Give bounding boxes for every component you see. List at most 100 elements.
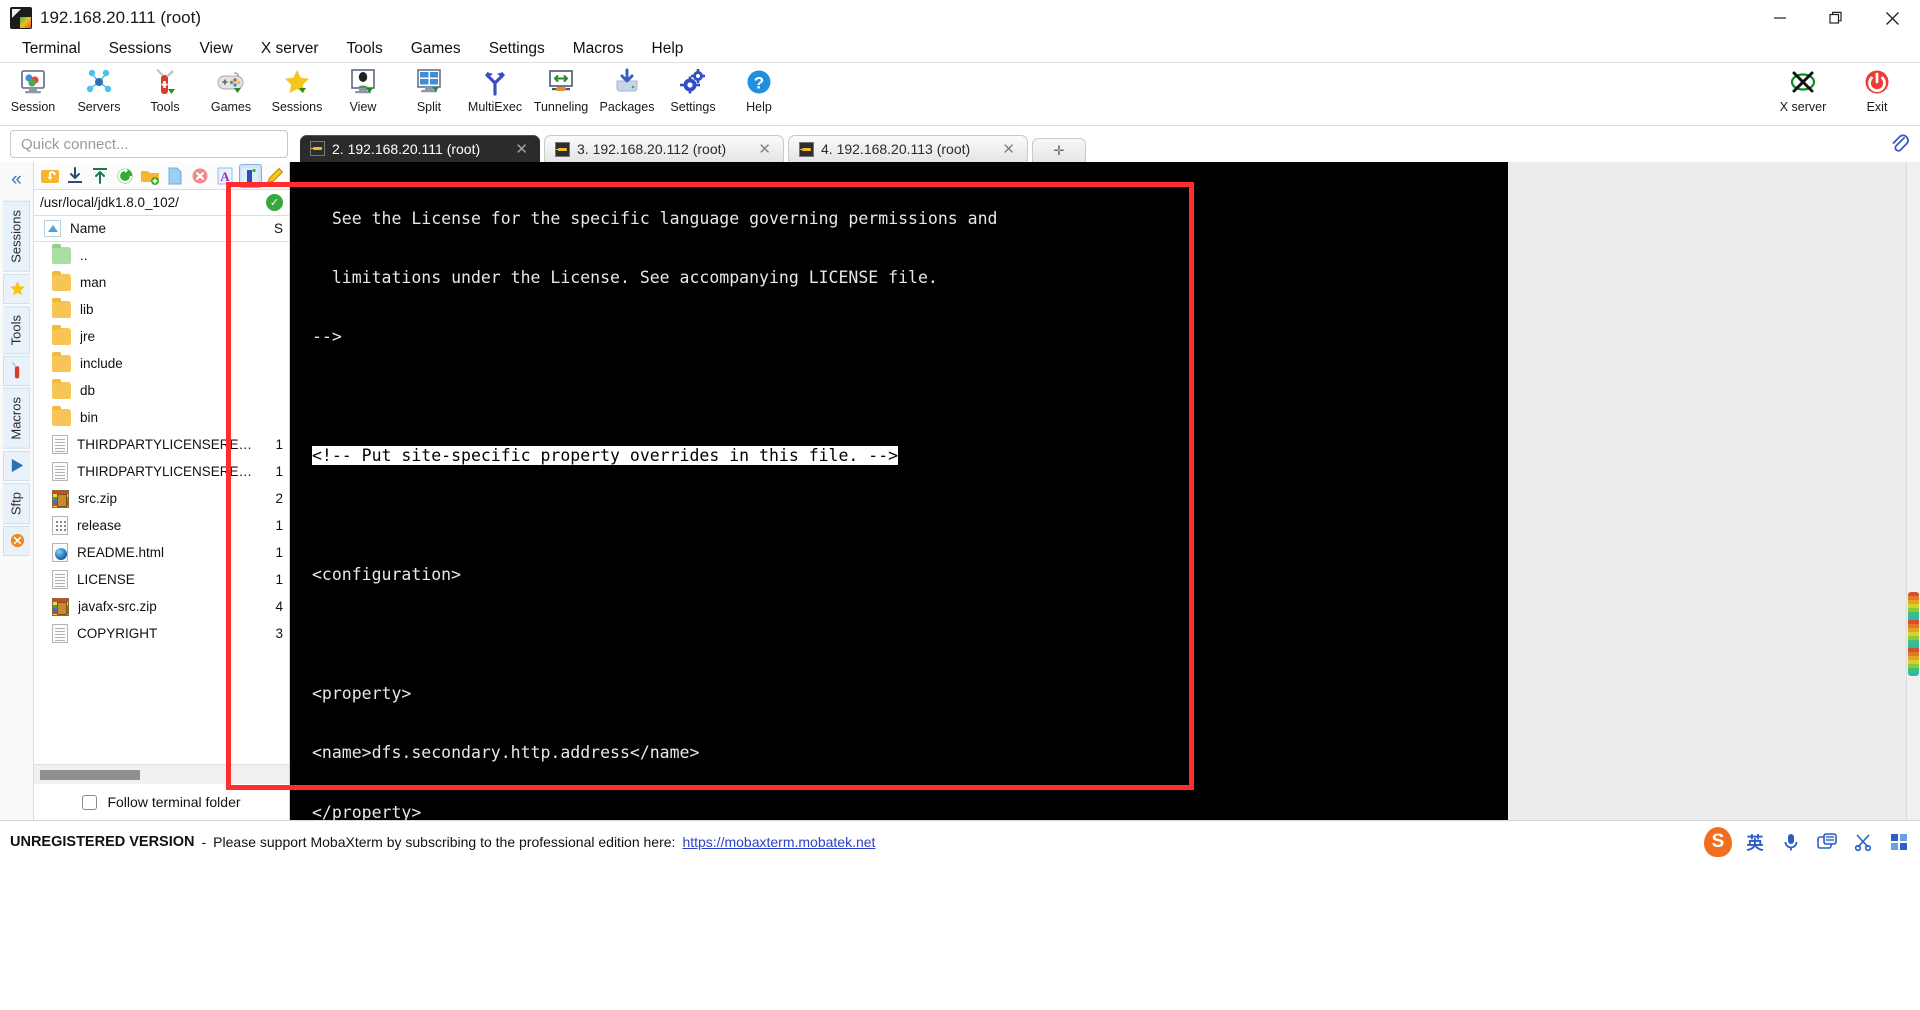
menu-settings[interactable]: Settings (475, 37, 559, 61)
sftp-path-bar[interactable]: /usr/local/jdk1.8.0_102/ ✓ (34, 190, 289, 216)
rail-tab-sftp[interactable]: Sftp (3, 482, 30, 524)
new-file-icon[interactable] (163, 164, 186, 188)
delete-icon[interactable] (189, 164, 212, 188)
paperclip-icon[interactable] (1888, 132, 1910, 160)
list-item[interactable]: man (34, 269, 289, 296)
list-item[interactable]: THIRDPARTYLICENSEREAD... 1 (34, 431, 289, 458)
terminal-tabstrip: 2. 192.168.20.111 (root) ✕ 3. 192.168.20… (300, 126, 1920, 162)
sogou-ime-icon[interactable]: S (1704, 826, 1732, 857)
collapse-panel-icon[interactable]: « (11, 169, 22, 191)
quick-connect-input[interactable]: Quick connect... (10, 130, 288, 158)
toolbar-help[interactable]: ? Help (726, 65, 792, 114)
list-item[interactable]: src.zip 2 (34, 485, 289, 512)
go-up-icon[interactable] (38, 164, 61, 188)
list-item[interactable]: README.html 1 (34, 539, 289, 566)
microphone-icon[interactable] (1778, 829, 1804, 855)
toolbar-servers[interactable]: Servers (66, 65, 132, 114)
list-item[interactable]: db (34, 377, 289, 404)
unregistered-version-label: UNREGISTERED VERSION (10, 833, 195, 850)
toolbar-tunneling[interactable]: Tunneling (528, 65, 594, 114)
key-icon (310, 141, 325, 156)
menu-games[interactable]: Games (397, 37, 475, 61)
menu-x-server[interactable]: X server (247, 37, 333, 61)
games-icon (214, 65, 248, 99)
toolbar-split[interactable]: Split (396, 65, 462, 114)
toolbar-packages[interactable]: Packages (594, 65, 660, 114)
orange-dot-icon[interactable] (3, 525, 30, 556)
sftp-horizontal-scrollbar[interactable] (34, 764, 289, 784)
toolbar-sessions[interactable]: Sessions (264, 65, 330, 114)
keyboard-switch-icon[interactable] (1814, 829, 1840, 855)
toolbar-x-server[interactable]: X server (1766, 65, 1840, 114)
follow-terminal-folder-checkbox[interactable] (82, 794, 98, 810)
file-name: LICENSE (77, 572, 135, 587)
new-folder-icon[interactable] (138, 164, 161, 188)
tab-close-icon[interactable]: ✕ (515, 140, 528, 158)
toolbar-exit-label: Exit (1866, 100, 1888, 114)
terminal-output[interactable]: See the License for the specific languag… (290, 162, 1508, 820)
toolbar-settings[interactable]: Settings (660, 65, 726, 114)
list-item[interactable]: .. (34, 242, 289, 269)
menu-view[interactable]: View (185, 37, 246, 61)
list-item[interactable]: include (34, 350, 289, 377)
switch-panel-icon[interactable] (238, 163, 262, 188)
toolbar-session[interactable]: Session (0, 65, 66, 114)
tab-close-icon[interactable]: ✕ (758, 140, 771, 158)
list-item[interactable]: LICENSE 1 (34, 566, 289, 593)
edit-icon[interactable] (264, 164, 287, 188)
release-file-icon (52, 516, 68, 535)
x-server-icon (1786, 65, 1820, 99)
list-item[interactable]: COPYRIGHT 3 (34, 620, 289, 647)
scrollbar-thumb[interactable] (1908, 592, 1919, 676)
rail-tab-tools[interactable]: Tools (3, 305, 30, 355)
toolbar-exit[interactable]: Exit (1840, 65, 1914, 114)
swiss-knife-icon[interactable] (3, 356, 30, 387)
minimize-button[interactable] (1752, 0, 1808, 36)
follow-terminal-folder-row[interactable]: Follow terminal folder (34, 784, 289, 820)
toolbar-multiexec[interactable]: MultiExec (462, 65, 528, 114)
apps-grid-icon[interactable] (1886, 829, 1912, 855)
terminal-vertical-scrollbar[interactable] (1906, 162, 1920, 820)
play-macro-icon[interactable] (3, 450, 30, 481)
column-size[interactable]: S (257, 221, 289, 236)
scrollbar-thumb[interactable] (40, 769, 140, 780)
toolbar-view[interactable]: View (330, 65, 396, 114)
list-item[interactable]: javafx-src.zip 4 (34, 593, 289, 620)
mobaxterm-link[interactable]: https://mobaxterm.mobatek.net (682, 834, 875, 850)
toolbar-games[interactable]: Games (198, 65, 264, 114)
menu-sessions[interactable]: Sessions (95, 37, 186, 61)
restore-button[interactable] (1808, 0, 1864, 36)
rail-tab-macros[interactable]: Macros (3, 388, 30, 449)
menu-terminal[interactable]: Terminal (8, 37, 95, 61)
list-item[interactable]: THIRDPARTYLICENSEREAD... 1 (34, 458, 289, 485)
list-item[interactable]: lib (34, 296, 289, 323)
download-icon[interactable] (63, 164, 86, 188)
upload-icon[interactable] (88, 164, 111, 188)
sftp-file-list[interactable]: .. man lib jre include db bin THIRDPARTY… (34, 242, 289, 764)
list-item[interactable]: jre (34, 323, 289, 350)
close-button[interactable] (1864, 0, 1920, 36)
list-item[interactable]: release 1 (34, 512, 289, 539)
scissors-icon[interactable] (1850, 829, 1876, 855)
toolbar-tools[interactable]: Tools (132, 65, 198, 114)
tab-192-168-20-113[interactable]: 4. 192.168.20.113 (root) ✕ (788, 135, 1028, 162)
menu-macros[interactable]: Macros (559, 37, 638, 61)
column-name[interactable]: Name (34, 220, 257, 237)
connection-ok-icon: ✓ (266, 194, 283, 211)
list-item[interactable]: bin (34, 404, 289, 431)
rename-icon[interactable]: A (214, 164, 237, 188)
rail-tab-sessions[interactable]: Sessions (3, 201, 30, 272)
language-chinese-icon[interactable]: 英 (1742, 829, 1768, 855)
new-tab-button[interactable]: ✛ (1032, 138, 1086, 162)
tab-192-168-20-111[interactable]: 2. 192.168.20.111 (root) ✕ (300, 135, 540, 162)
refresh-icon[interactable] (113, 164, 136, 188)
menu-help[interactable]: Help (638, 37, 698, 61)
tab-close-icon[interactable]: ✕ (1002, 140, 1015, 158)
menu-tools[interactable]: Tools (333, 37, 397, 61)
archive-icon (52, 489, 69, 508)
sort-ascending-icon[interactable] (44, 220, 61, 237)
star-icon[interactable] (3, 273, 30, 304)
tab-192-168-20-112[interactable]: 3. 192.168.20.112 (root) ✕ (544, 135, 784, 162)
